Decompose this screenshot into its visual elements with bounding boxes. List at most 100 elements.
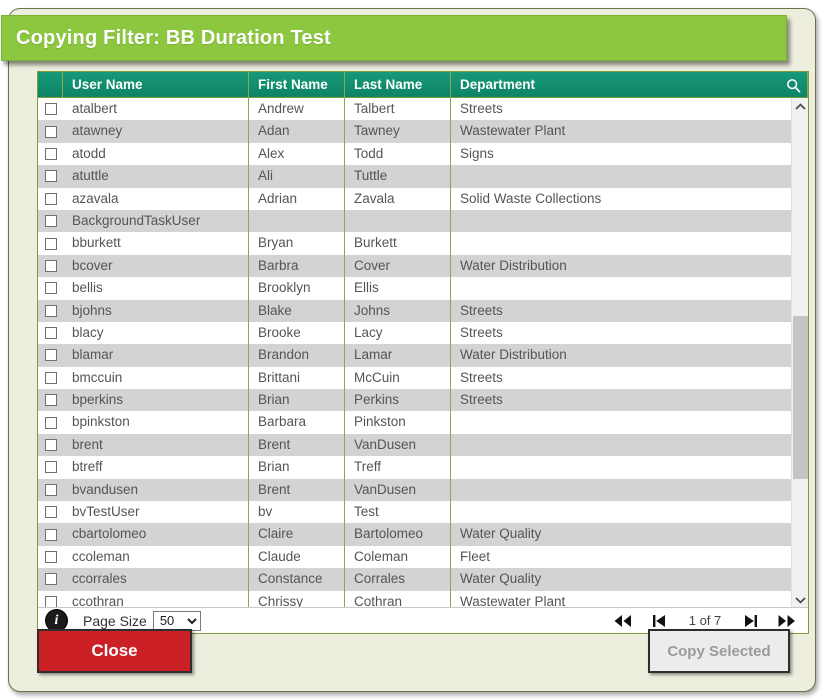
page-indicator: 1 of 7 bbox=[688, 613, 722, 628]
table-row[interactable]: brent Brent VanDusen bbox=[38, 433, 791, 457]
last-page-icon[interactable] bbox=[776, 611, 798, 631]
row-select-checkbox[interactable] bbox=[38, 546, 63, 568]
cell-first-name: Chrissy bbox=[249, 590, 345, 608]
checkbox-icon[interactable] bbox=[44, 282, 57, 295]
search-icon[interactable] bbox=[784, 75, 802, 95]
cell-last-name: Tawney bbox=[345, 120, 451, 143]
column-header-user-name[interactable]: User Name bbox=[63, 71, 249, 98]
row-select-checkbox[interactable] bbox=[38, 456, 63, 478]
checkbox-icon[interactable] bbox=[44, 483, 57, 496]
row-select-checkbox[interactable] bbox=[38, 344, 63, 366]
table-row[interactable]: blamar Brandon Lamar Water Distribution bbox=[38, 344, 791, 367]
checkbox-icon[interactable] bbox=[44, 170, 57, 183]
checkbox-icon[interactable] bbox=[44, 371, 57, 384]
row-select-checkbox[interactable] bbox=[38, 479, 63, 501]
table-row[interactable]: bjohns Blake Johns Streets bbox=[38, 299, 791, 322]
row-select-checkbox[interactable] bbox=[38, 389, 63, 411]
cell-last-name: Johns bbox=[345, 299, 451, 322]
row-select-checkbox[interactable] bbox=[38, 434, 63, 456]
row-select-checkbox[interactable] bbox=[38, 591, 63, 608]
row-select-checkbox[interactable] bbox=[38, 232, 63, 254]
column-header-department[interactable]: Department bbox=[451, 71, 808, 98]
row-select-checkbox[interactable] bbox=[38, 188, 63, 210]
cell-last-name: Cover bbox=[345, 254, 451, 278]
checkbox-icon[interactable] bbox=[44, 573, 57, 586]
checkbox-icon[interactable] bbox=[44, 237, 57, 250]
info-icon[interactable]: i bbox=[46, 610, 67, 631]
cell-first-name: Ali bbox=[249, 165, 345, 188]
table-row[interactable]: bburkett Bryan Burkett bbox=[38, 232, 791, 255]
checkbox-icon[interactable] bbox=[44, 147, 57, 160]
previous-page-icon[interactable] bbox=[648, 611, 670, 631]
table-row[interactable]: bpinkston Barbara Pinkston bbox=[38, 411, 791, 434]
column-header-first-name[interactable]: First Name bbox=[249, 71, 345, 98]
table-row[interactable]: blacy Brooke Lacy Streets bbox=[38, 321, 791, 345]
checkbox-icon[interactable] bbox=[44, 416, 57, 429]
scroll-down-arrow-icon[interactable] bbox=[792, 591, 808, 608]
checkbox-icon[interactable] bbox=[44, 192, 57, 205]
checkbox-icon[interactable] bbox=[44, 125, 57, 138]
checkbox-icon[interactable] bbox=[44, 528, 57, 541]
table-row[interactable]: bvandusen Brent VanDusen bbox=[38, 478, 791, 502]
table-row[interactable]: ccorrales Constance Corrales Water Quality bbox=[38, 568, 791, 591]
grid-header-row: User Name First Name Last Name Departmen… bbox=[38, 71, 808, 98]
table-row[interactable]: bvTestUser bv Test bbox=[38, 501, 791, 524]
close-button[interactable]: Close bbox=[37, 629, 192, 673]
scrollbar-thumb[interactable] bbox=[793, 316, 808, 479]
table-row[interactable]: BackgroundTaskUser bbox=[38, 209, 791, 233]
table-row[interactable]: atalbert Andrew Talbert Streets bbox=[38, 98, 791, 121]
table-row[interactable]: bcover Barbra Cover Water Distribution bbox=[38, 254, 791, 278]
row-select-checkbox[interactable] bbox=[38, 411, 63, 433]
checkbox-icon[interactable] bbox=[44, 506, 57, 519]
row-select-checkbox[interactable] bbox=[38, 120, 63, 142]
row-select-checkbox[interactable] bbox=[38, 277, 63, 299]
table-row[interactable]: atuttle Ali Tuttle bbox=[38, 165, 791, 188]
table-row[interactable]: ccothran Chrissy Cothran Wastewater Plant bbox=[38, 590, 791, 608]
table-row[interactable]: ccoleman Claude Coleman Fleet bbox=[38, 545, 791, 569]
table-row[interactable]: bmccuin Brittani McCuin Streets bbox=[38, 366, 791, 390]
table-row[interactable]: bellis Brooklyn Ellis bbox=[38, 277, 791, 300]
cell-last-name: Bartolomeo bbox=[345, 523, 451, 546]
row-select-checkbox[interactable] bbox=[38, 165, 63, 187]
cell-department bbox=[451, 165, 791, 187]
row-select-checkbox[interactable] bbox=[38, 300, 63, 322]
table-row[interactable]: bperkins Brian Perkins Streets bbox=[38, 389, 791, 412]
checkbox-icon[interactable] bbox=[44, 461, 57, 474]
cell-last-name: Zavala bbox=[345, 187, 451, 210]
checkbox-icon[interactable] bbox=[44, 103, 57, 116]
cell-department bbox=[451, 434, 791, 456]
table-row[interactable]: atawney Adan Tawney Wastewater Plant bbox=[38, 120, 791, 143]
table-row[interactable]: azavala Adrian Zavala Solid Waste Collectio… bbox=[38, 187, 791, 210]
table-row[interactable]: cbartolomeo Claire Bartolomeo Water Quality bbox=[38, 523, 791, 546]
checkbox-icon[interactable] bbox=[44, 259, 57, 272]
checkbox-icon[interactable] bbox=[44, 304, 57, 317]
checkbox-icon[interactable] bbox=[44, 595, 57, 608]
checkbox-icon[interactable] bbox=[44, 439, 57, 452]
checkbox-icon[interactable] bbox=[44, 349, 57, 362]
checkbox-icon[interactable] bbox=[44, 551, 57, 563]
checkbox-icon[interactable] bbox=[44, 327, 57, 340]
cell-first-name: Brian bbox=[249, 389, 345, 412]
cell-user-name: bcover bbox=[63, 254, 249, 278]
row-select-checkbox[interactable] bbox=[38, 98, 63, 120]
table-row[interactable]: btreff Brian Treff bbox=[38, 456, 791, 479]
row-select-checkbox[interactable] bbox=[38, 568, 63, 590]
cell-last-name: McCuin bbox=[345, 366, 451, 390]
checkbox-icon[interactable] bbox=[44, 394, 57, 407]
row-select-checkbox[interactable] bbox=[38, 501, 63, 523]
scroll-up-arrow-icon[interactable] bbox=[792, 98, 808, 115]
cell-first-name: Andrew bbox=[249, 98, 345, 121]
grid-vertical-scrollbar[interactable] bbox=[791, 98, 808, 608]
row-select-checkbox[interactable] bbox=[38, 367, 63, 389]
row-select-checkbox[interactable] bbox=[38, 523, 63, 545]
row-select-checkbox[interactable] bbox=[38, 322, 63, 344]
row-select-checkbox[interactable] bbox=[38, 255, 63, 277]
page-size-select[interactable]: 102050100 bbox=[152, 610, 201, 631]
checkbox-icon[interactable] bbox=[44, 215, 57, 228]
row-select-checkbox[interactable] bbox=[38, 143, 63, 165]
next-page-icon[interactable] bbox=[740, 611, 762, 631]
first-page-icon[interactable] bbox=[612, 611, 634, 631]
row-select-checkbox[interactable] bbox=[38, 210, 63, 232]
table-row[interactable]: atodd Alex Todd Signs bbox=[38, 142, 791, 166]
column-header-last-name[interactable]: Last Name bbox=[345, 71, 451, 98]
